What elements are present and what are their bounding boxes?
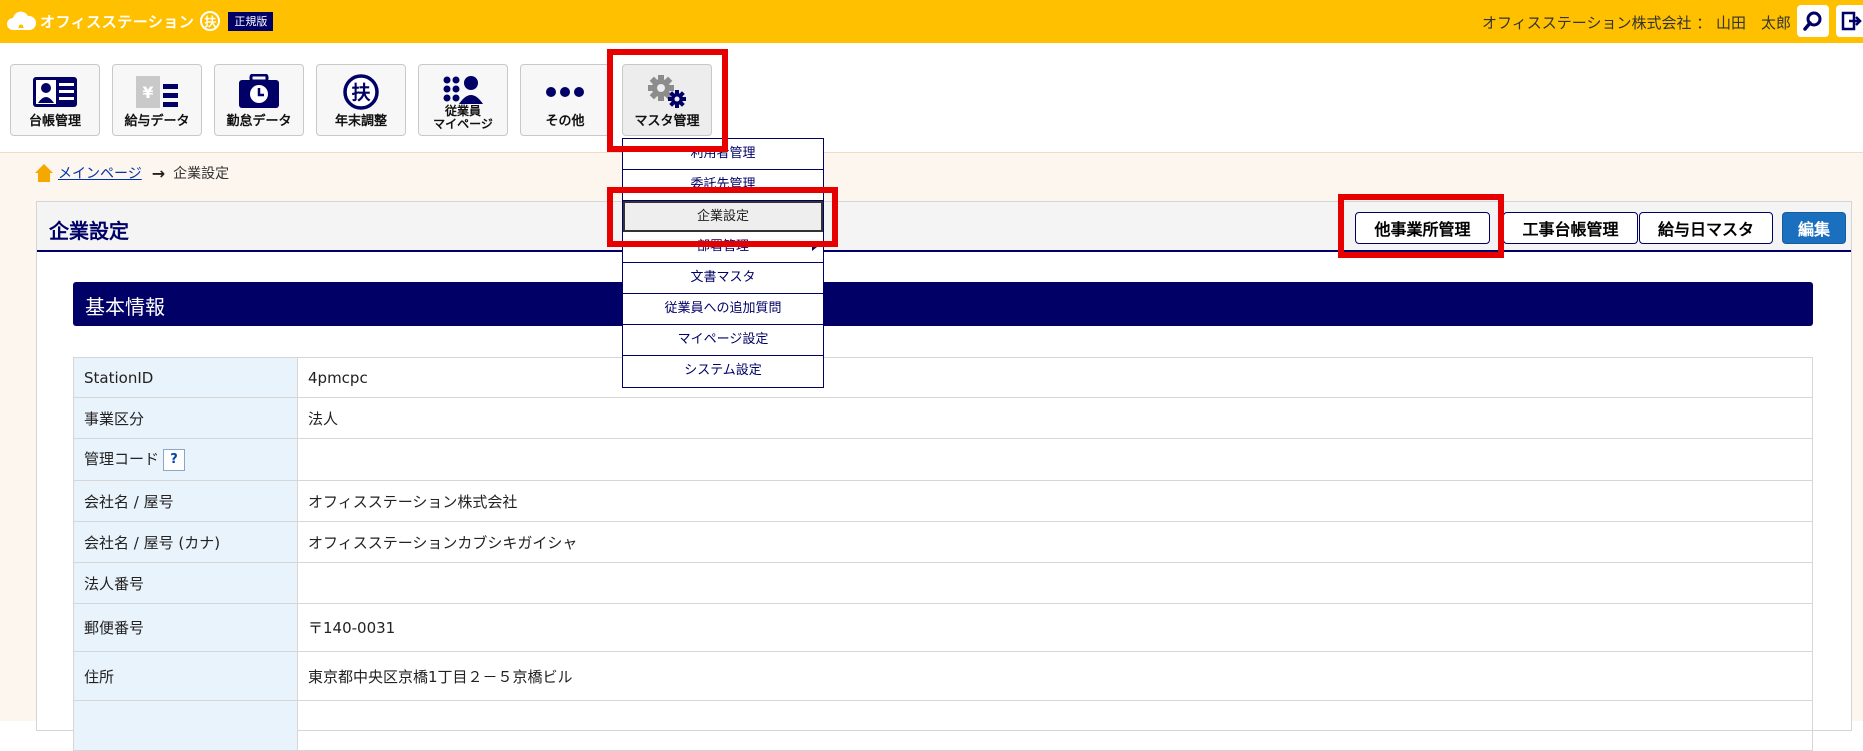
- table-row: [73, 700, 1813, 751]
- menu-item-document-master[interactable]: 文書マスタ: [623, 263, 823, 294]
- row-value: 法人: [297, 397, 1813, 439]
- search-icon: [1803, 11, 1822, 31]
- svg-text:扶: 扶: [351, 81, 371, 104]
- highlight-master-nav: [607, 49, 728, 152]
- nav-year-end[interactable]: 扶 年末調整: [316, 64, 406, 136]
- payday-master-button[interactable]: 給与日マスタ: [1639, 212, 1773, 244]
- row-value: オフィスステーション株式会社: [297, 480, 1813, 522]
- nav-more[interactable]: その他: [520, 64, 610, 136]
- breadcrumb-home-link[interactable]: メインページ: [58, 163, 142, 183]
- attendance-icon: [215, 73, 303, 111]
- nav-salary-label: 給与データ: [124, 114, 190, 129]
- row-key-with-help: 管理コード?: [73, 438, 298, 481]
- row-key: 住所: [73, 651, 298, 701]
- menu-item-system-settings[interactable]: システム設定: [623, 356, 823, 387]
- nav-salary[interactable]: ¥ 給与データ: [112, 64, 202, 136]
- master-dropdown-menu: 利用者管理 委託先管理 企業設定 部署管理 文書マスタ 従業員への追加質問 マイ…: [622, 138, 824, 388]
- page-title: 企業設定: [49, 219, 129, 243]
- construction-ledger-button[interactable]: 工事台帳管理: [1503, 212, 1638, 244]
- breadcrumb: メインページ → 企業設定: [34, 163, 229, 183]
- table-row: 管理コード?: [73, 438, 1813, 481]
- nav-ledger[interactable]: 台帳管理: [10, 64, 100, 136]
- row-key: [73, 700, 298, 751]
- row-key: StationID: [73, 357, 298, 398]
- row-value: 〒140-0031: [297, 603, 1813, 652]
- row-value: [297, 562, 1813, 604]
- svg-text:¥: ¥: [142, 83, 153, 102]
- table-row: 郵便番号 〒140-0031: [73, 603, 1813, 652]
- nav-attendance[interactable]: 勤怠データ: [214, 64, 304, 136]
- row-key: 会社名 / 屋号 (カナ): [73, 521, 298, 563]
- nav-employee-mypage-label: 従業員 マイページ: [433, 104, 493, 131]
- row-key: 事業区分: [73, 397, 298, 439]
- nav-ledger-label: 台帳管理: [28, 114, 81, 129]
- logout-icon: [1841, 11, 1862, 31]
- row-key: 会社名 / 屋号: [73, 480, 298, 522]
- row-key: 郵便番号: [73, 603, 298, 652]
- top-bar: オフィスステーション 扶 正規版 オフィスステーション株式会社 ： 山田 太郎: [0, 0, 1863, 43]
- table-row: 住所 東京都中央区京橋1丁目２－５京橋ビル: [73, 651, 1813, 701]
- home-icon: [35, 164, 53, 182]
- table-row: 会社名 / 屋号 (カナ) オフィスステーションカブシキガイシャ: [73, 521, 1813, 563]
- row-key: 法人番号: [73, 562, 298, 604]
- brand-name: オフィスステーション: [40, 12, 195, 31]
- row-value: 東京都中央区京橋1丁目２－５京橋ビル: [297, 651, 1813, 701]
- more-icon: [521, 73, 609, 111]
- highlight-other-offices: [1338, 194, 1504, 258]
- help-icon[interactable]: ?: [163, 448, 186, 471]
- year-end-adjustment-icon: 扶: [317, 73, 405, 111]
- highlight-company-settings: [607, 187, 838, 247]
- section-header-basic-info: 基本情報: [73, 282, 1813, 326]
- section-title: 基本情報: [85, 295, 165, 319]
- table-row: 法人番号: [73, 562, 1813, 604]
- basic-info-table: StationID 4pmcpc 事業区分 法人 管理コード? 会社名 / 屋号…: [73, 357, 1813, 751]
- panel-header: 企業設定 他事業所管理 工事台帳管理 給与日マスタ 編集: [37, 202, 1851, 252]
- table-row: 事業区分 法人: [73, 397, 1813, 439]
- breadcrumb-current: 企業設定: [173, 166, 230, 182]
- edit-button[interactable]: 編集: [1782, 212, 1846, 244]
- row-value: オフィスステーションカブシキガイシャ: [297, 521, 1813, 563]
- table-row: 会社名 / 屋号 オフィスステーション株式会社: [73, 480, 1813, 522]
- row-value: [297, 438, 1813, 481]
- menu-item-additional-questions[interactable]: 従業員への追加質問: [623, 294, 823, 325]
- nav-attendance-label: 勤怠データ: [226, 114, 292, 129]
- edition-badge: 正規版: [228, 11, 274, 31]
- table-row: StationID 4pmcpc: [73, 357, 1813, 398]
- user-info: オフィスステーション株式会社 ： 山田 太郎: [1482, 14, 1791, 32]
- nav-more-label: その他: [545, 114, 585, 129]
- brand-logo[interactable]: オフィスステーション 扶 正規版: [6, 9, 274, 33]
- menu-item-mypage-settings[interactable]: マイページ設定: [623, 325, 823, 356]
- logout-button[interactable]: [1836, 5, 1863, 37]
- row-value: 4pmcpc: [297, 357, 1813, 398]
- nav-employee-mypage[interactable]: 従業員 マイページ: [418, 64, 508, 136]
- breadcrumb-arrow-icon: →: [151, 163, 166, 183]
- ledger-icon: [11, 73, 99, 111]
- company-settings-panel: 企業設定 他事業所管理 工事台帳管理 給与日マスタ 編集 基本情報 Statio…: [36, 201, 1852, 751]
- row-value: [297, 700, 1813, 751]
- nav-year-end-label: 年末調整: [334, 114, 387, 129]
- fu-badge: 扶: [200, 11, 221, 31]
- search-button[interactable]: [1797, 5, 1829, 37]
- salary-icon: ¥: [113, 73, 201, 111]
- cloud-logo-icon: [6, 9, 36, 33]
